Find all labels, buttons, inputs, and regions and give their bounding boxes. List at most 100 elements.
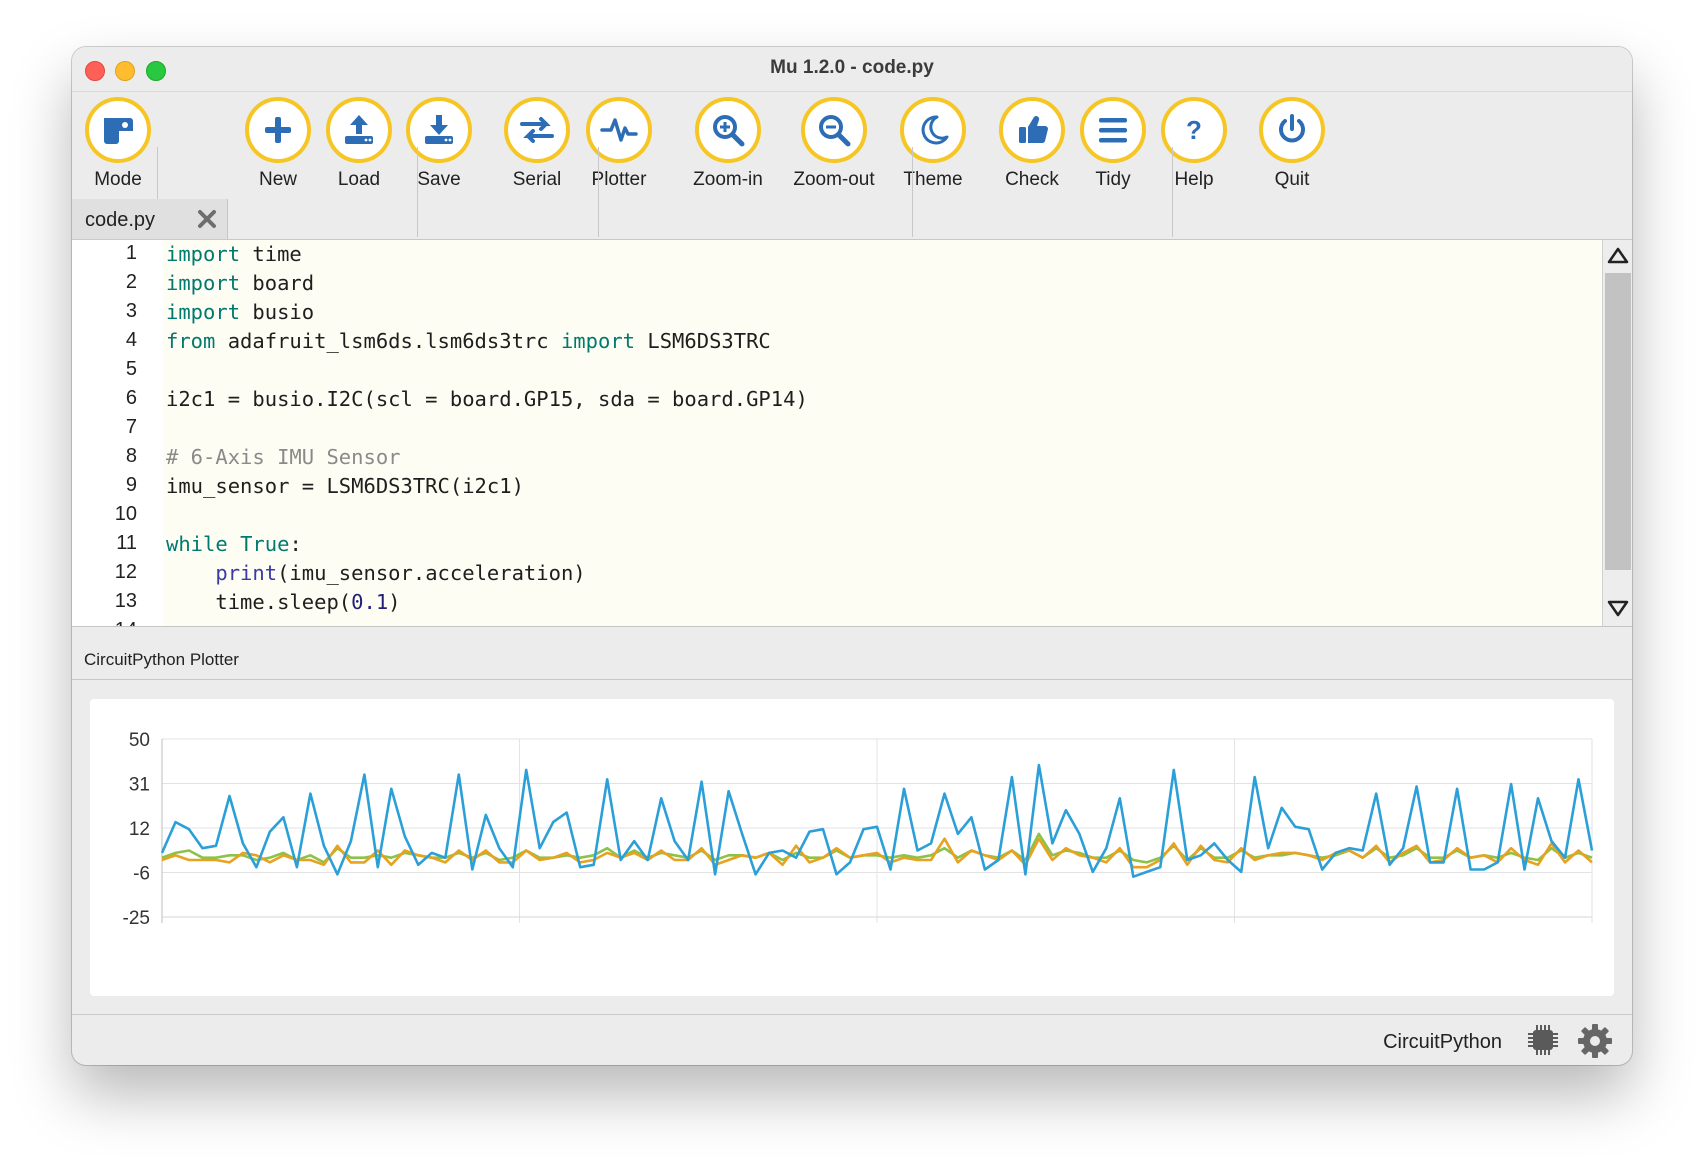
plotter-chart: 50 31 12 -6 -25	[123, 730, 1594, 929]
code-text: while True:	[166, 532, 302, 556]
save-label: Save	[417, 169, 461, 190]
y-tick-label: -25	[123, 908, 150, 929]
code-editor[interactable]: 1 import time 2 import board 3 import bu…	[72, 240, 1602, 626]
code-line: 3 import busio	[72, 298, 1602, 327]
scroll-down-arrow[interactable]	[1607, 600, 1629, 623]
lines-icon	[1099, 118, 1127, 143]
new-label: New	[258, 169, 297, 190]
serial-button[interactable]: Serial	[491, 97, 583, 191]
line-number: 11	[116, 532, 137, 554]
code-line: 1 import time	[72, 240, 1602, 269]
mode-button[interactable]: Mode	[72, 97, 164, 191]
line-number: 9	[125, 474, 137, 496]
plotter-header-divider	[72, 679, 1632, 680]
tab-filename: code.py	[85, 209, 156, 231]
line-number: 1	[125, 242, 137, 264]
mode-icon	[104, 118, 133, 144]
download-icon	[425, 115, 453, 144]
chip-icon	[1528, 1025, 1558, 1055]
code-line: 7	[72, 414, 1602, 443]
thumbs-up-icon	[1019, 116, 1048, 144]
new-button[interactable]: New	[232, 97, 324, 191]
tab-code-py[interactable]: code.py	[72, 199, 228, 239]
check-button[interactable]: Check	[986, 97, 1078, 191]
plus-icon	[265, 117, 291, 143]
line-number: 3	[125, 300, 137, 322]
code-text: import board	[166, 271, 315, 295]
load-label: Load	[337, 169, 381, 190]
line-number: 10	[114, 503, 137, 525]
code-text: # 6-Axis IMU Sensor	[166, 445, 401, 469]
code-line: 9 imu_sensor = LSM6DS3TRC(i2c1)	[72, 472, 1602, 501]
code-text: print(imu_sensor.acceleration)	[215, 561, 586, 585]
scrollbar-thumb[interactable]	[1605, 273, 1631, 570]
editor-scrollbar[interactable]	[1602, 240, 1632, 626]
code-line: 10	[72, 501, 1602, 530]
line-number: 12	[114, 561, 137, 583]
code-text: from adafruit_lsm6ds.lsm6ds3trc import L…	[166, 329, 771, 353]
status-bar: CircuitPython	[72, 1014, 1632, 1065]
plotter-label: Plotter	[591, 169, 647, 190]
moon-icon	[921, 115, 949, 145]
y-tick-label: -6	[133, 864, 150, 885]
scroll-up-arrow[interactable]	[1607, 246, 1629, 269]
code-line: 5	[72, 356, 1602, 385]
code-line: 8 # 6-Axis IMU Sensor	[72, 443, 1602, 472]
line-number: 5	[125, 358, 137, 380]
code-text: time.sleep(0.1)	[166, 590, 401, 614]
tab-bar: code.py	[72, 199, 1632, 240]
plotter-panel: 50 31 12 -6 -25	[90, 699, 1614, 996]
zoom-in-label: Zoom-in	[693, 169, 763, 190]
window-title: Mu 1.2.0 - code.py	[770, 57, 934, 78]
device-chip-button[interactable]	[1525, 1022, 1561, 1063]
serial-arrows-icon	[520, 117, 554, 143]
power-icon	[1279, 114, 1305, 143]
code-text: imu_sensor = LSM6DS3TRC(i2c1)	[166, 474, 524, 498]
triangle-down-icon	[1607, 600, 1629, 617]
help-button[interactable]: ? Help	[1148, 97, 1240, 191]
code-line: 6 i2c1 = busio.I2C(scl = board.GP15, sda…	[72, 385, 1602, 414]
plotter-button[interactable]: Plotter	[573, 97, 665, 191]
pulse-icon	[600, 118, 638, 142]
code-line: 13 time.sleep(0.1)	[72, 588, 1602, 617]
mu-editor-window: Mu 1.2.0 - code.py Mode New Load Save Se…	[72, 47, 1632, 1065]
code-line: 11 while True:	[72, 530, 1602, 559]
tidy-button[interactable]: Tidy	[1067, 97, 1159, 191]
line-number: 2	[125, 271, 137, 293]
current-mode-label: CircuitPython	[1383, 1031, 1502, 1053]
mode-label: Mode	[94, 169, 142, 190]
close-icon	[198, 210, 216, 228]
theme-button[interactable]: Theme	[887, 97, 979, 191]
zoom-out-label: Zoom-out	[793, 169, 875, 190]
settings-button[interactable]	[1576, 1022, 1614, 1065]
line-number: 7	[125, 416, 137, 438]
code-line: 12 print(imu_sensor.acceleration)	[72, 559, 1602, 588]
zoom-out-button[interactable]: Zoom-out	[788, 97, 880, 191]
tab-close-button[interactable]	[197, 209, 217, 234]
y-tick-label: 12	[129, 819, 150, 840]
code-line: 4 from adafruit_lsm6ds.lsm6ds3trc import…	[72, 327, 1602, 356]
y-tick-label: 31	[129, 775, 150, 796]
help-label: Help	[1174, 169, 1214, 190]
y-tick-label: 50	[129, 730, 150, 751]
editor-pane-divider[interactable]	[72, 626, 1632, 627]
svg-text:?: ?	[1186, 115, 1202, 145]
code-text: i2c1 = busio.I2C(scl = board.GP15, sda =…	[166, 387, 808, 411]
zoom-in-button[interactable]: Zoom-in	[682, 97, 774, 191]
line-number: 14	[72, 619, 137, 626]
gear-icon	[1578, 1024, 1612, 1058]
triangle-up-icon	[1607, 247, 1629, 264]
code-line: 2 import board	[72, 269, 1602, 298]
question-icon: ?	[1186, 115, 1202, 145]
zoom-out-icon	[819, 115, 851, 147]
line-number: 4	[125, 329, 137, 351]
quit-button[interactable]: Quit	[1246, 97, 1338, 191]
save-button[interactable]: Save	[393, 97, 485, 191]
upload-icon	[345, 115, 373, 144]
tidy-label: Tidy	[1095, 169, 1131, 190]
quit-label: Quit	[1274, 169, 1310, 190]
load-button[interactable]: Load	[313, 97, 405, 191]
title-bar: Mu 1.2.0 - code.py	[72, 47, 1632, 92]
zoom-in-icon	[713, 115, 745, 147]
check-label: Check	[1005, 169, 1059, 190]
